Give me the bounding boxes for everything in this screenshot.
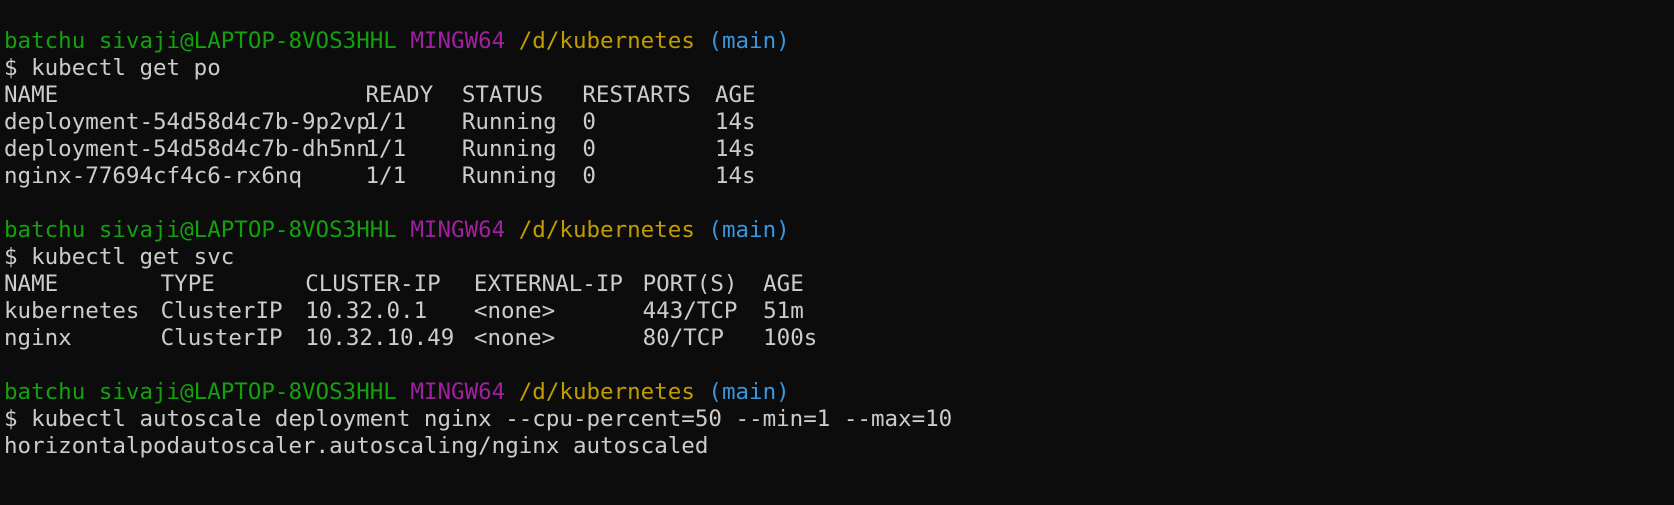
table-cell: 14s [714,136,756,162]
table-cell: 14s [714,109,756,135]
table-cell: <none> [473,298,556,324]
terminal-window[interactable]: batchu sivaji@LAPTOP-8VOS3HHL MINGW64 /d… [0,0,1674,505]
prompt-line: batchu sivaji@LAPTOP-8VOS3HHL MINGW64 /d… [4,28,1674,55]
prompt-user-host: batchu sivaji@LAPTOP-8VOS3HHL [4,217,397,243]
table-header-row: NAME READY STATUS RESTARTS AGE [4,82,1674,109]
command-text: kubectl get po [31,55,221,81]
prompt-branch: (main) [708,379,790,405]
table-cell: 100s [763,325,818,351]
prompt-shell: MINGW64 [410,217,506,243]
table-header-cell: NAME [4,271,59,297]
prompt-shell: MINGW64 [410,379,506,405]
table-cell: 0 [582,136,596,162]
table-header-cell: AGE [763,271,804,297]
table-row: nginx ClusterIP 10.32.10.49 <none> 80/TCP 100… [4,325,1674,352]
table-row: deployment-54d58d4c7b-dh5nn 1/1 Running 0 14… [4,136,1674,163]
table-cell: ClusterIP [160,325,283,351]
table-cell: 0 [582,163,596,189]
command-output: horizontalpodautoscaler.autoscaling/ngin… [4,433,709,459]
table-cell: deployment-54d58d4c7b-dh5nn [4,136,370,162]
table-cell: Running [461,136,557,162]
prompt-branch: (main) [708,28,790,54]
prompt-line: batchu sivaji@LAPTOP-8VOS3HHL MINGW64 /d… [4,379,1674,406]
table-header-cell: NAME [4,82,59,108]
table-cell: nginx [4,325,72,351]
command-line: $ kubectl get po [4,55,1674,82]
table-cell: 80/TCP [642,325,724,351]
table-cell: 1/1 [365,163,407,189]
command-text: kubectl get svc [31,244,235,270]
table-cell: nginx-77694cf4c6-rx6nq [4,163,303,189]
prompt-symbol: $ [4,55,18,81]
prompt-user-host: batchu sivaji@LAPTOP-8VOS3HHL [4,28,397,54]
prompt-symbol: $ [4,244,18,270]
prompt-line: batchu sivaji@LAPTOP-8VOS3HHL MINGW64 /d… [4,217,1674,244]
table-cell: 1/1 [365,136,407,162]
prompt-user-host: batchu sivaji@LAPTOP-8VOS3HHL [4,379,397,405]
table-header-cell: PORT(S) [642,271,738,297]
table-header-cell: READY [365,82,434,108]
prompt-cwd: /d/kubernetes [518,28,695,54]
prompt-cwd: /d/kubernetes [518,217,695,243]
table-cell: Running [461,163,557,189]
table-cell: 0 [582,109,596,135]
table-row: deployment-54d58d4c7b-9p2vp 1/1 Running 0 14… [4,109,1674,136]
table-cell: kubernetes [4,298,140,324]
table-cell: 443/TCP [642,298,738,324]
command-text: kubectl autoscale deployment nginx --cpu… [31,406,953,432]
table-row: kubernetes ClusterIP 10.32.0.1 <none> 443/TC… [4,298,1674,325]
table-header-cell: RESTARTS [582,82,691,108]
table-cell: 1/1 [365,109,407,135]
table-cell: 10.32.0.1 [305,298,428,324]
table-header-cell: EXTERNAL-IP [473,271,623,297]
table-header-cell: AGE [714,82,756,108]
table-cell: 10.32.10.49 [305,325,455,351]
table-cell: deployment-54d58d4c7b-9p2vp [4,109,370,135]
table-cell: Running [461,109,557,135]
table-row: nginx-77694cf4c6-rx6nq 1/1 Running 0 14s [4,163,1674,190]
command-line: $ kubectl get svc [4,244,1674,271]
table-header-row: NAME TYPE CLUSTER-IP EXTERNAL-IP PORT(S) AGE [4,271,1674,298]
prompt-branch: (main) [708,217,790,243]
prompt-shell: MINGW64 [410,28,506,54]
table-header-cell: CLUSTER-IP [305,271,441,297]
table-cell: <none> [473,325,556,351]
prompt-cwd: /d/kubernetes [518,379,695,405]
table-cell: 14s [714,163,756,189]
command-line: $ kubectl autoscale deployment nginx --c… [4,406,1674,433]
prompt-symbol: $ [4,406,18,432]
table-cell: 51m [763,298,804,324]
table-header-cell: TYPE [160,271,215,297]
table-header-cell: STATUS [461,82,544,108]
table-cell: ClusterIP [160,298,283,324]
